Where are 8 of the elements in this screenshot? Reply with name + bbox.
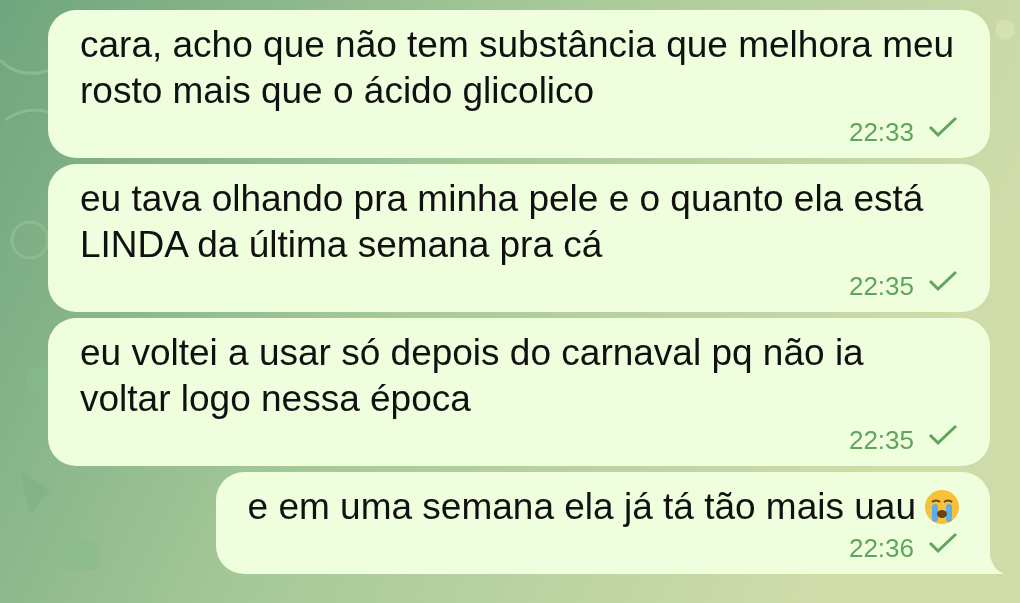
message-text: eu voltei a usar só depois do carnaval pq não ia voltar logo nessa época — [80, 331, 865, 421]
message-time: 22:35 — [848, 271, 914, 301]
message-text: eu tava olhando pra minha pele e o quanto ela está LINDA da última semana pra cá — [80, 177, 925, 267]
message-time: 22:36 — [848, 533, 914, 563]
message-time: 22:35 — [848, 425, 914, 455]
message-time: 22:33 — [848, 117, 914, 147]
message-text: cara, acho que não tem substância que melhora meu rosto mais que o ácido glicolico — [80, 23, 956, 113]
message-text: e em uma semana ela já tá tão mais uau — [247, 486, 916, 527]
